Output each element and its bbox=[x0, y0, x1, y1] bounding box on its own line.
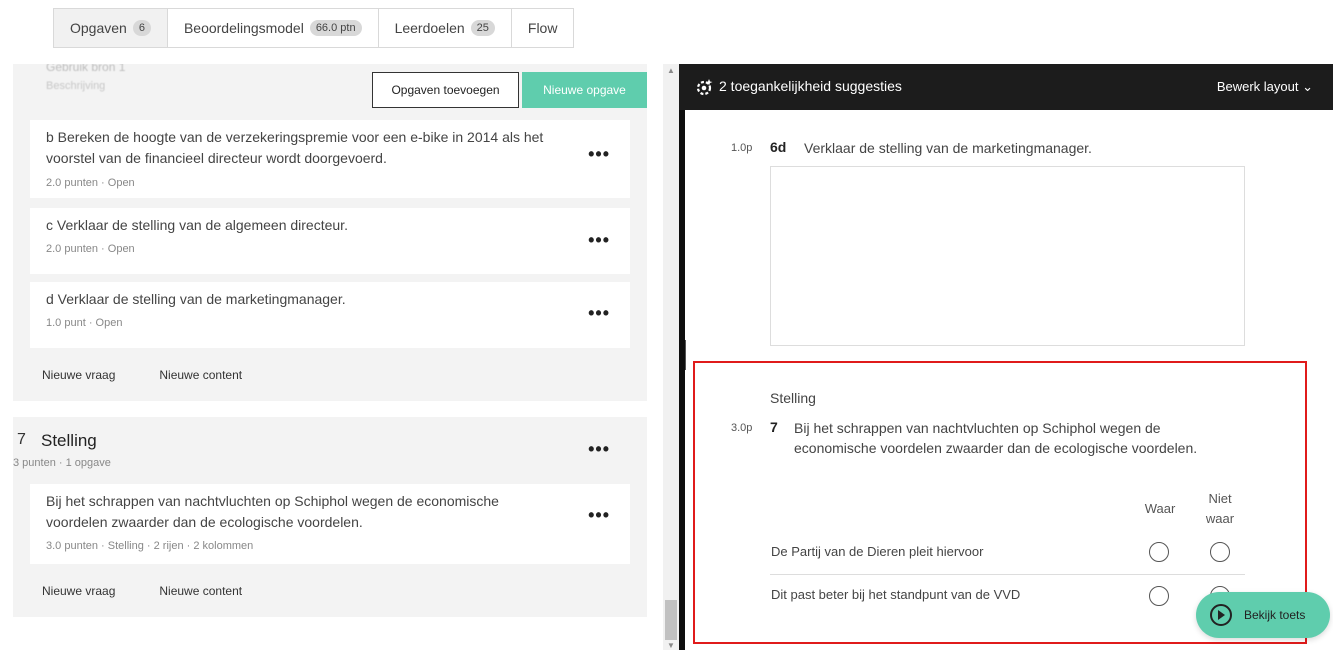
scroll-down-icon[interactable]: ▼ bbox=[667, 641, 675, 650]
add-exercises-button[interactable]: Opgaven toevoegen bbox=[372, 72, 519, 108]
column-header-true: Waar bbox=[1144, 501, 1176, 516]
faded-description: Beschrijving bbox=[46, 80, 106, 92]
column-header-false-line2: waar bbox=[1205, 511, 1235, 526]
question-text: c Verklaar de stelling van de algemeen d… bbox=[46, 217, 348, 233]
view-test-label: Bekijk toets bbox=[1244, 608, 1306, 622]
preview-left-edge bbox=[679, 110, 685, 650]
question-points: 3.0p bbox=[731, 422, 753, 434]
scrollbar-thumb[interactable] bbox=[665, 600, 677, 640]
question-meta: 2.0 punten · Open bbox=[46, 243, 135, 255]
stelling-section: 7 Stelling 3 punten · 1 opgave ••• Bij h… bbox=[13, 417, 647, 617]
column-header-false: Niet waar bbox=[1200, 489, 1240, 529]
exercise-number: 7 bbox=[17, 431, 26, 448]
new-question-link[interactable]: Nieuwe vraag bbox=[42, 368, 115, 382]
question-number: 6d bbox=[770, 139, 787, 155]
view-test-button[interactable]: Bekijk toets bbox=[1196, 592, 1330, 638]
faded-source-title: Gebruik bron 1 bbox=[46, 64, 126, 74]
section-actions: Nieuwe vraag Nieuwe content bbox=[42, 368, 242, 382]
exercise-tabs: Opgaven 6 Beoordelingsmodel 66.0 ptn Lee… bbox=[53, 8, 575, 48]
new-content-link[interactable]: Nieuwe content bbox=[159, 584, 242, 598]
question-heading: Stelling bbox=[770, 390, 816, 406]
statement-row-label: De Partij van de Dieren pleit hiervoor bbox=[771, 544, 984, 559]
statement-row-label: Dit past beter bij het standpunt van de … bbox=[771, 587, 1021, 602]
chevron-down-icon: ⌄ bbox=[1302, 79, 1313, 94]
question-meta: 2.0 punten · Open bbox=[46, 177, 135, 189]
question-points: 1.0p bbox=[731, 142, 753, 154]
new-question-link[interactable]: Nieuwe vraag bbox=[42, 584, 115, 598]
edit-layout-dropdown[interactable]: Bewerk layout ⌄ bbox=[1217, 79, 1313, 95]
question-number: 7 bbox=[770, 419, 778, 435]
question-text: Verklaar de stelling van de marketingman… bbox=[804, 140, 1092, 156]
tab-beoordelingsmodel-label: Beoordelingsmodel bbox=[183, 20, 304, 36]
accessibility-suggestions[interactable]: 2 toegankelijkheid suggesties bbox=[719, 78, 902, 94]
question-text: Bij het schrappen van nachtvluchten op S… bbox=[46, 493, 499, 530]
exercise-title: Stelling bbox=[41, 431, 97, 450]
tab-beoordelingsmodel[interactable]: Beoordelingsmodel 66.0 ptn bbox=[168, 9, 379, 47]
tab-flow[interactable]: Flow bbox=[512, 9, 574, 47]
test-preview-panel: 2 toegankelijkheid suggesties Bewerk lay… bbox=[679, 64, 1333, 650]
divider-handle[interactable] bbox=[685, 340, 686, 370]
question-text: Bij het schrappen van nachtvluchten op S… bbox=[794, 420, 1198, 456]
tab-beoordelingsmodel-badge: 66.0 ptn bbox=[309, 20, 362, 36]
more-options-icon[interactable]: ••• bbox=[588, 439, 610, 460]
radio-true-row2[interactable] bbox=[1149, 586, 1169, 606]
scroll-up-icon[interactable]: ▲ bbox=[667, 66, 675, 75]
question-meta: 3.0 punten · Stelling · 2 rijen · 2 kolo… bbox=[46, 540, 254, 552]
question-meta: 1.0 punt · Open bbox=[46, 317, 123, 329]
question-text: d Verklaar de stelling van de marketingm… bbox=[46, 291, 346, 307]
tab-leerdoelen-label: Leerdoelen bbox=[394, 20, 465, 36]
more-options-icon[interactable]: ••• bbox=[588, 230, 610, 251]
more-options-icon[interactable]: ••• bbox=[588, 505, 610, 526]
tab-leerdoelen[interactable]: Leerdoelen 25 bbox=[379, 9, 512, 47]
section-actions: Nieuwe vraag Nieuwe content bbox=[42, 584, 242, 598]
edit-layout-label: Bewerk layout bbox=[1216, 79, 1299, 94]
new-content-link[interactable]: Nieuwe content bbox=[159, 368, 242, 382]
question-card-b[interactable]: b Bereken de hoogte van de verzekeringsp… bbox=[30, 120, 630, 198]
preview-header: 2 toegankelijkheid suggesties Bewerk lay… bbox=[679, 64, 1333, 110]
left-scrollbar[interactable]: ▲ ▼ bbox=[663, 64, 679, 650]
question-card-stelling[interactable]: Bij het schrappen van nachtvluchten op S… bbox=[30, 484, 630, 564]
question-card-c[interactable]: c Verklaar de stelling van de algemeen d… bbox=[30, 208, 630, 274]
play-icon bbox=[1210, 604, 1232, 626]
row-divider bbox=[770, 574, 1245, 575]
more-options-icon[interactable]: ••• bbox=[588, 144, 610, 165]
more-options-icon[interactable]: ••• bbox=[588, 303, 610, 324]
exercise-list-panel: Gebruik bron 1 Beschrijving Opgaven toev… bbox=[13, 64, 647, 650]
new-exercise-button[interactable]: Nieuwe opgave bbox=[522, 72, 647, 108]
question-card-d[interactable]: d Verklaar de stelling van de marketingm… bbox=[30, 282, 630, 348]
radio-true-row1[interactable] bbox=[1149, 542, 1169, 562]
tab-opgaven-badge: 6 bbox=[132, 20, 151, 36]
column-header-false-line1: Niet bbox=[1208, 491, 1232, 506]
tab-leerdoelen-badge: 25 bbox=[470, 20, 495, 36]
exercise-section: Gebruik bron 1 Beschrijving Opgaven toev… bbox=[13, 64, 647, 401]
accessibility-icon[interactable] bbox=[695, 77, 715, 97]
tab-opgaven-label: Opgaven bbox=[70, 20, 127, 36]
radio-false-row1[interactable] bbox=[1210, 542, 1230, 562]
answer-textarea[interactable] bbox=[770, 166, 1245, 346]
tab-flow-label: Flow bbox=[527, 20, 558, 36]
exercise-meta: 3 punten · 1 opgave bbox=[13, 457, 111, 469]
tab-opgaven[interactable]: Opgaven 6 bbox=[54, 9, 168, 47]
question-text: b Bereken de hoogte van de verzekeringsp… bbox=[46, 129, 544, 166]
